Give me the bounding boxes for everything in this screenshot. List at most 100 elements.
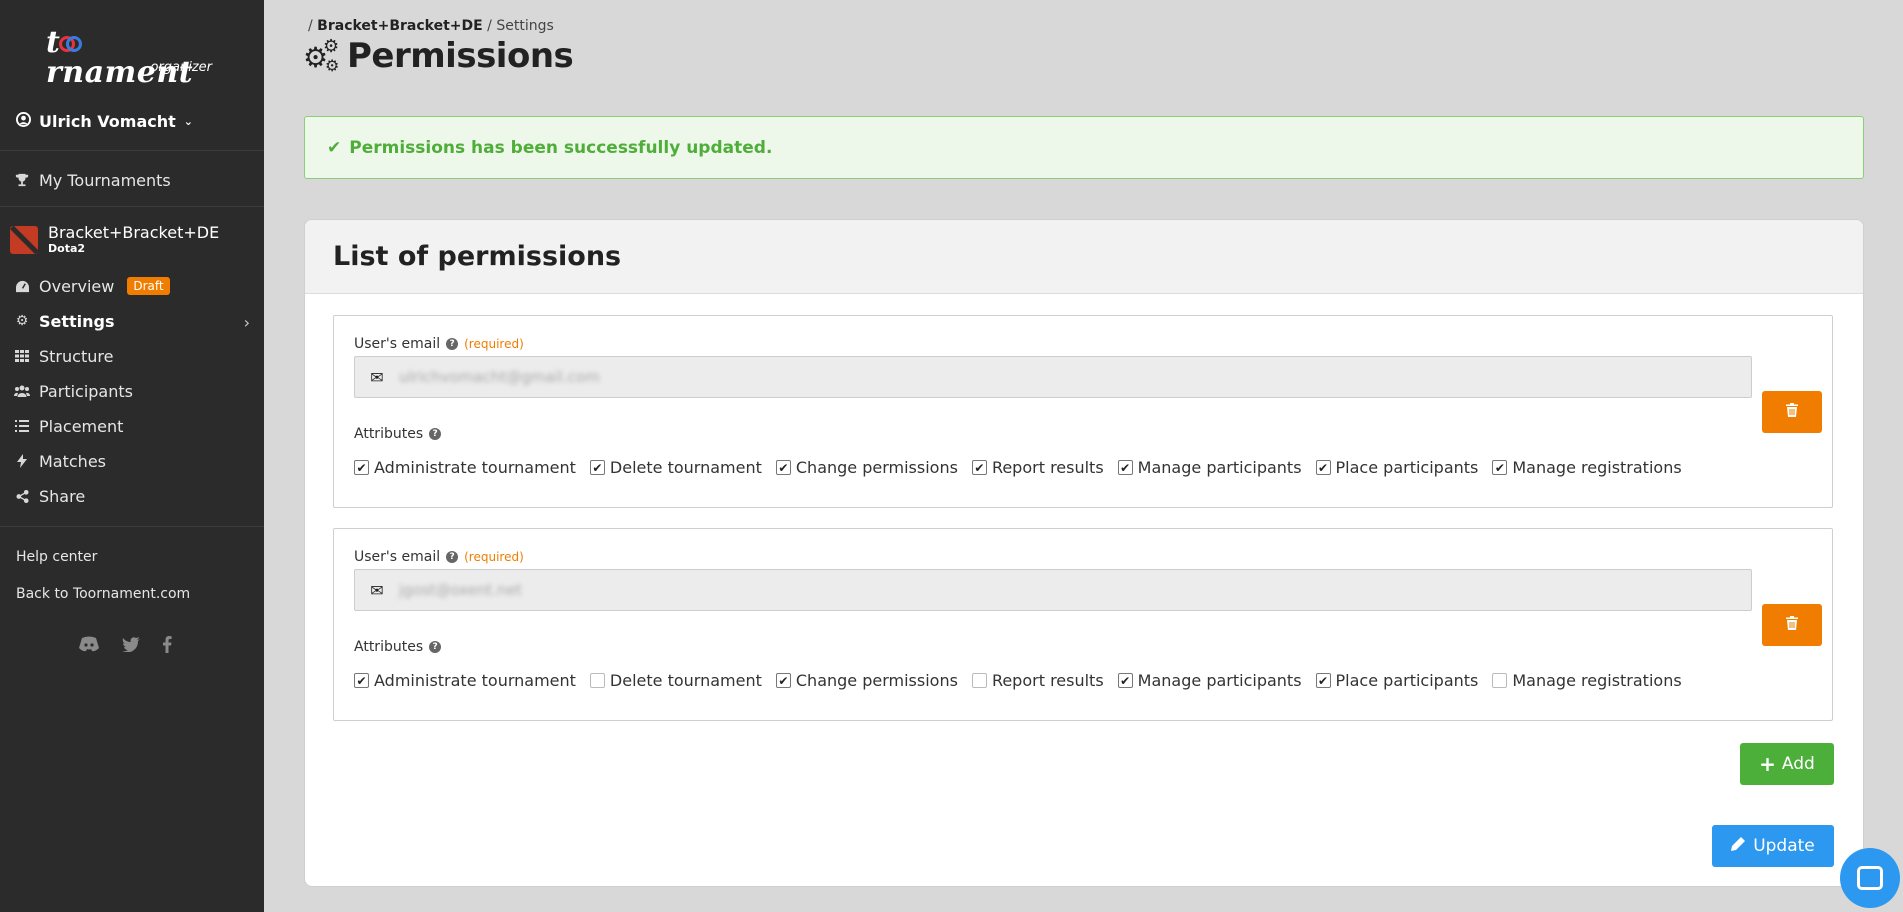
attribute-report-results[interactable]: Report results [971, 671, 1104, 690]
sidebar-item-matches[interactable]: Matches [14, 448, 106, 474]
sidebar-item-label: Settings [39, 311, 115, 331]
share-icon [14, 489, 30, 503]
help-icon[interactable]: ? [446, 551, 459, 563]
sidebar-item-share[interactable]: Share [14, 483, 85, 509]
attribute-report-results[interactable]: ✔ Report results [971, 458, 1104, 477]
checkbox[interactable]: ✔ [775, 460, 791, 475]
logo-rings-icon [59, 33, 83, 55]
email-input[interactable] [399, 368, 1739, 386]
checkbox[interactable]: ✔ [354, 673, 369, 688]
bolt-icon [14, 454, 30, 468]
checkbox[interactable] [589, 673, 605, 688]
status-badge: Draft [127, 277, 170, 295]
card-title: List of permissions [305, 220, 1863, 294]
attribute-place-participants[interactable]: ✔ Place participants [1315, 671, 1478, 690]
twitter-icon[interactable] [122, 636, 140, 658]
chat-icon [1857, 866, 1883, 890]
delete-permission-button[interactable] [1762, 604, 1822, 646]
attribute-administrate-tournament[interactable]: ✔ Administrate tournament [354, 671, 576, 690]
logo[interactable]: t rnament organizer [46, 28, 222, 88]
sidebar-item-settings[interactable]: ⚙ Settings [14, 308, 115, 334]
logo-subtitle: organizer [150, 60, 212, 75]
trophy-icon [14, 173, 30, 187]
pencil-icon [1731, 836, 1746, 856]
attributes-label: Attributes ? [354, 426, 442, 442]
user-menu[interactable]: Ulrich Vomacht ⌄ [16, 108, 193, 134]
success-alert: ✔ Permissions has been successfully upda… [304, 116, 1864, 179]
trash-icon [1786, 402, 1798, 422]
attribute-delete-tournament[interactable]: ✔ Delete tournament [589, 458, 762, 477]
divider [0, 206, 264, 207]
help-icon[interactable]: ? [429, 428, 442, 440]
checkbox[interactable]: ✔ [775, 673, 791, 688]
email-field[interactable]: ✉ [354, 356, 1752, 398]
divider [0, 526, 264, 527]
discord-icon[interactable] [78, 636, 100, 658]
tournament-header[interactable]: Bracket+Bracket+DE Dota2 [10, 224, 219, 255]
sidebar-item-label: Share [39, 486, 86, 506]
list-icon [14, 420, 30, 432]
trash-icon [1786, 615, 1798, 635]
grid-icon [14, 350, 30, 362]
checkbox[interactable] [971, 673, 987, 688]
checkbox[interactable] [1492, 673, 1508, 688]
sidebar-item-label: Placement [39, 416, 124, 436]
attribute-manage-participants[interactable]: ✔ Manage participants [1117, 458, 1302, 477]
sidebar-item-placement[interactable]: Placement [14, 413, 123, 439]
attribute-manage-registrations[interactable]: Manage registrations [1492, 671, 1682, 690]
logo-wordmark: t rnament [46, 25, 194, 90]
attribute-manage-registrations[interactable]: ✔ Manage registrations [1492, 458, 1682, 477]
checkbox[interactable]: ✔ [589, 460, 605, 475]
plus-icon: + [1759, 752, 1776, 776]
help-center-link[interactable]: Help center [16, 549, 97, 565]
checkbox[interactable]: ✔ [971, 460, 987, 475]
user-name: Ulrich Vomacht [39, 111, 176, 131]
email-field[interactable]: ✉ [354, 569, 1752, 611]
dota2-game-icon [10, 225, 38, 254]
sidebar-item-label: My Tournaments [39, 170, 171, 190]
chevron-right-icon: › [243, 313, 250, 332]
attribute-change-permissions[interactable]: ✔ Change permissions [775, 671, 958, 690]
add-permission-button[interactable]: + Add [1740, 743, 1834, 785]
attribute-manage-participants[interactable]: ✔ Manage participants [1117, 671, 1302, 690]
dashboard-icon [14, 280, 30, 293]
checkbox[interactable]: ✔ [354, 460, 369, 475]
sidebar-item-overview[interactable]: Overview Draft [14, 273, 170, 299]
checkbox[interactable]: ✔ [1117, 673, 1133, 688]
checkbox[interactable]: ✔ [1315, 673, 1331, 688]
facebook-icon[interactable] [162, 636, 172, 658]
chat-support-button[interactable] [1840, 848, 1900, 908]
alert-message: Permissions has been successfully update… [349, 137, 773, 158]
attribute-change-permissions[interactable]: ✔ Change permissions [775, 458, 958, 477]
back-to-toornament-link[interactable]: Back to Toornament.com [16, 586, 190, 602]
attribute-administrate-tournament[interactable]: ✔ Administrate tournament [354, 458, 576, 477]
help-icon[interactable]: ? [429, 641, 442, 653]
sidebar-item-structure[interactable]: Structure [14, 343, 113, 369]
delete-permission-button[interactable] [1762, 391, 1822, 433]
breadcrumb-tournament-link[interactable]: Bracket+Bracket+DE [317, 18, 483, 34]
required-text: (required) [464, 550, 524, 564]
checkbox[interactable]: ✔ [1315, 460, 1331, 475]
email-label: User's email ? (required) [354, 549, 524, 565]
attributes-list: ✔ Administrate tournament Delete tourname… [354, 671, 1682, 690]
breadcrumb: / Bracket+Bracket+DE / Settings [308, 18, 554, 34]
email-input[interactable] [399, 581, 1739, 599]
users-icon [14, 385, 30, 397]
sidebar-item-participants[interactable]: Participants [14, 378, 133, 404]
required-text: (required) [464, 337, 524, 351]
attribute-delete-tournament[interactable]: Delete tournament [589, 671, 762, 690]
divider [0, 150, 264, 151]
sidebar-item-my-tournaments[interactable]: My Tournaments [14, 167, 171, 193]
attributes-list: ✔ Administrate tournament ✔ Delete tournam… [354, 458, 1682, 477]
attribute-place-participants[interactable]: ✔ Place participants [1315, 458, 1478, 477]
update-button[interactable]: Update [1712, 825, 1834, 867]
check-icon: ✔ [327, 137, 342, 158]
checkbox[interactable]: ✔ [1492, 460, 1508, 475]
sidebar: t rnament organizer Ulrich Vomacht ⌄ My T… [0, 0, 264, 912]
checkbox[interactable]: ✔ [1117, 460, 1133, 475]
permission-entry: User's email ? (required) ✉ Attributes ?… [333, 528, 1833, 721]
chevron-down-icon: ⌄ [183, 114, 194, 128]
tournament-name: Bracket+Bracket+DE [48, 223, 220, 242]
attributes-label: Attributes ? [354, 639, 442, 655]
help-icon[interactable]: ? [446, 338, 459, 350]
